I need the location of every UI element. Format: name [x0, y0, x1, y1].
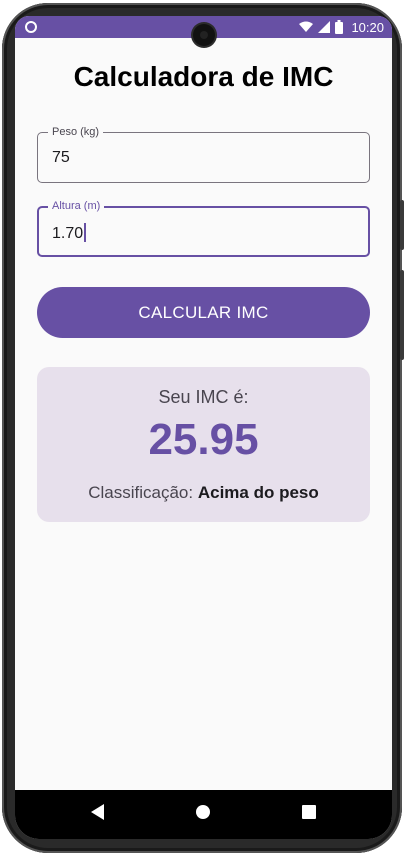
- battery-icon: [335, 20, 344, 34]
- status-icons: 10:20: [299, 19, 384, 35]
- screen: 10:20 Calculadora de IMC Peso (kg) 75 Al…: [15, 16, 392, 839]
- calculate-button[interactable]: CALCULAR IMC: [37, 287, 370, 338]
- classification-prefix: Classificação:: [88, 483, 194, 502]
- power-button: [400, 200, 404, 250]
- height-field[interactable]: Altura (m) 1.70: [37, 199, 370, 257]
- status-time: 10:20: [351, 19, 384, 35]
- home-icon[interactable]: [195, 804, 211, 820]
- height-field-value-wrap[interactable]: 1.70: [52, 223, 87, 243]
- recents-icon[interactable]: [302, 805, 316, 819]
- height-field-label: Altura (m): [48, 199, 105, 213]
- height-field-value[interactable]: 1.70: [52, 225, 83, 242]
- result-heading: Seu IMC é:: [158, 387, 249, 407]
- front-camera: [193, 24, 215, 46]
- result-card: Seu IMC é: 25.95 Classificação: Acima do…: [37, 367, 370, 522]
- navigation-bar: [15, 790, 392, 839]
- classification-value: Acima do peso: [197, 483, 319, 502]
- weight-field[interactable]: Peso (kg) 75: [37, 125, 370, 183]
- cell-signal-icon: [318, 21, 331, 33]
- text-caret: [84, 223, 87, 242]
- notification-dot-icon: [25, 21, 37, 33]
- back-icon[interactable]: [90, 803, 106, 821]
- volume-button: [400, 270, 404, 360]
- weight-field-label: Peso (kg): [48, 125, 104, 139]
- page-title: Calculadora de IMC: [73, 61, 334, 92]
- classification-text: Classificação: Acima do peso: [37, 483, 370, 503]
- bmi-value: 25.95: [148, 415, 259, 464]
- device-frame: 10:20 Calculadora de IMC Peso (kg) 75 Al…: [0, 0, 405, 857]
- weight-field-value[interactable]: 75: [52, 149, 70, 167]
- wifi-icon: [299, 21, 314, 32]
